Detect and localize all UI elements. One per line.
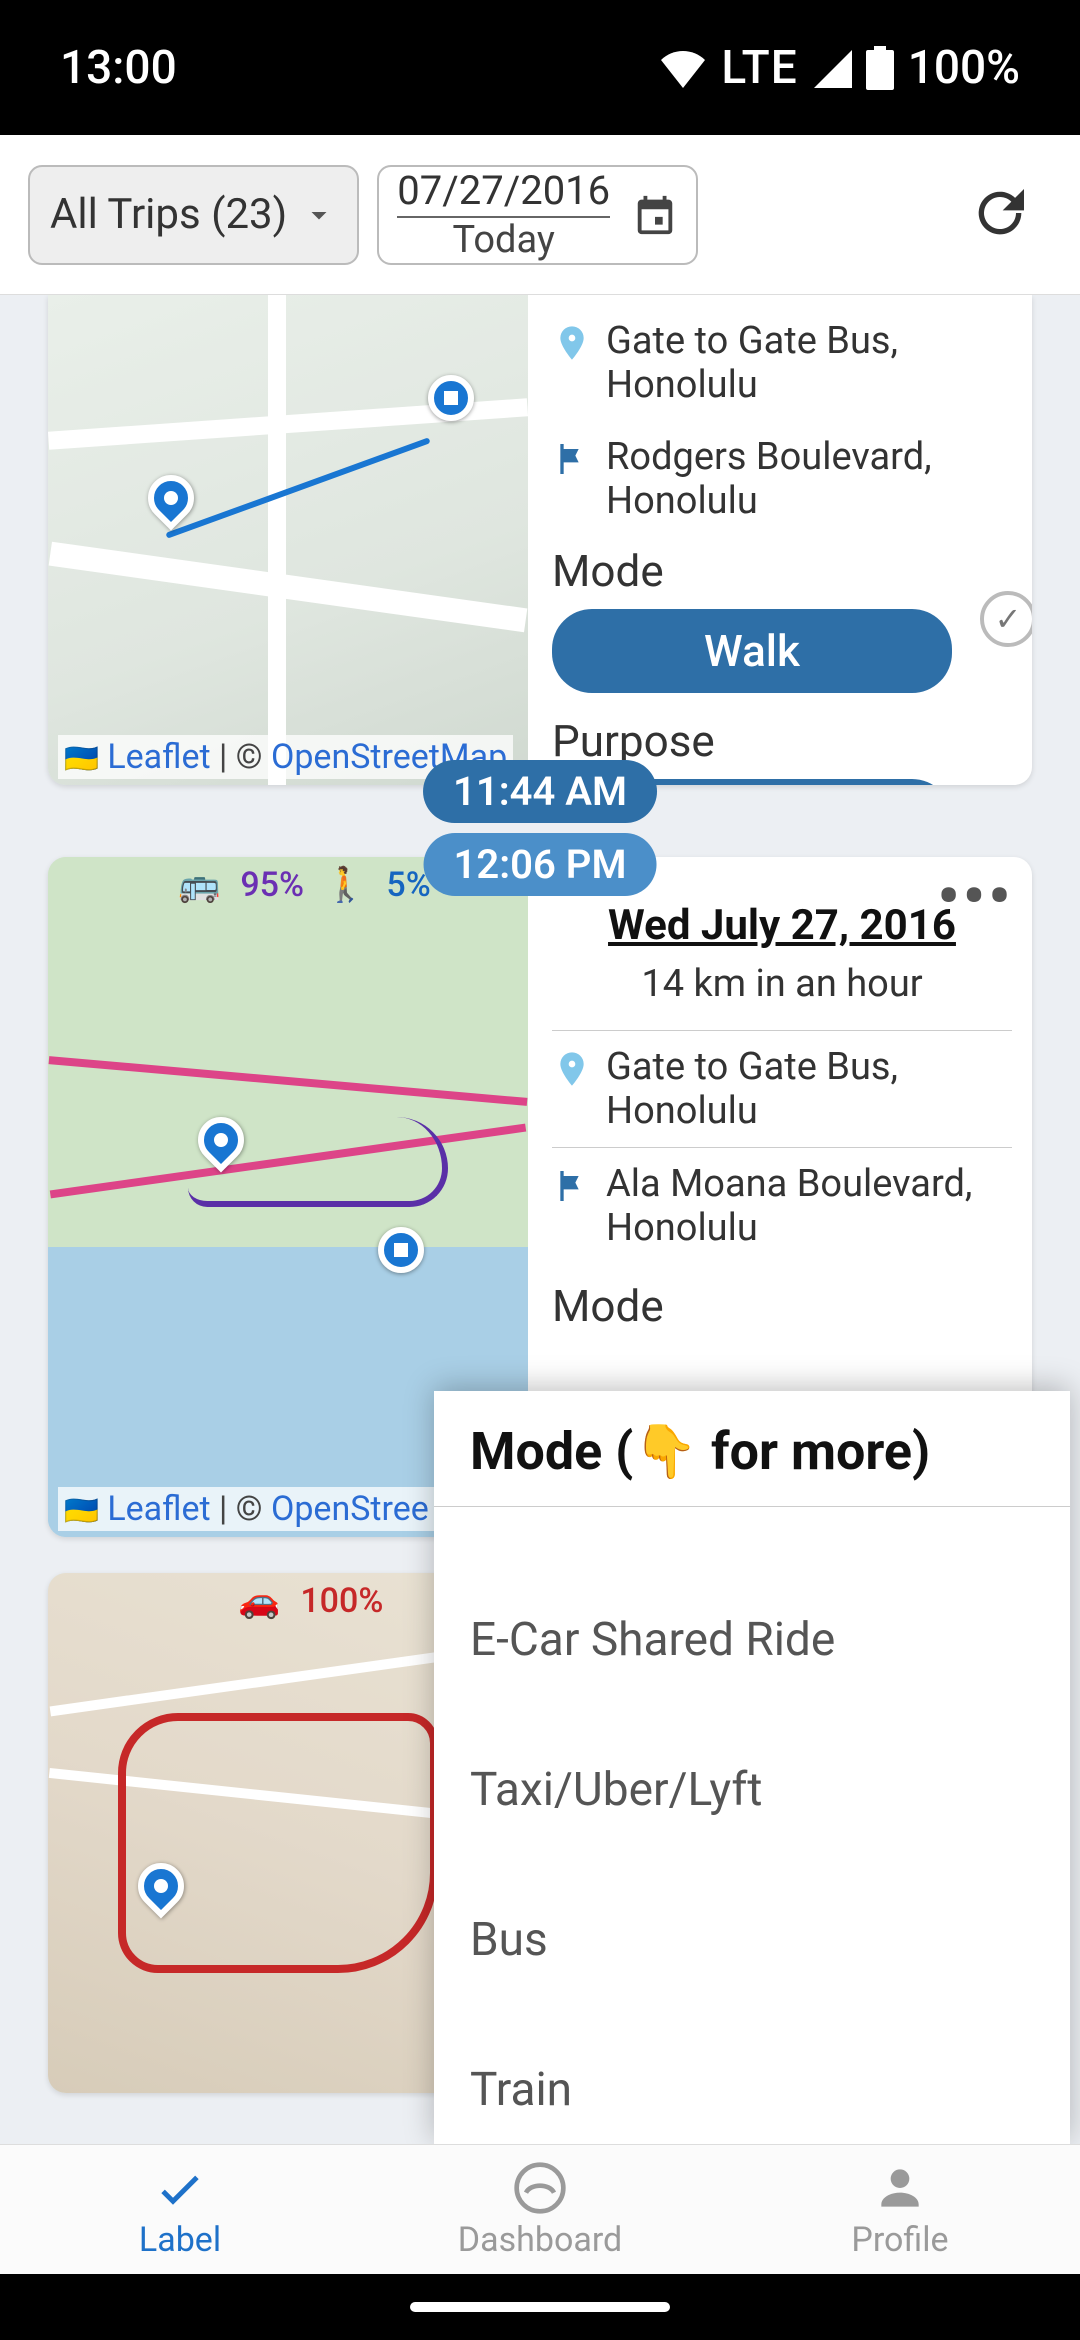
sensed-car-pct: 100% — [300, 1581, 383, 1621]
attribution-separator: | © — [211, 1489, 271, 1529]
mode-label: Mode — [552, 1280, 1012, 1332]
battery-icon — [866, 46, 894, 90]
profile-icon — [872, 2160, 928, 2216]
refresh-icon — [968, 181, 1032, 245]
leaflet-link[interactable]: Leaflet — [107, 737, 210, 777]
date-filter[interactable]: 07/27/2016 Today — [377, 165, 698, 265]
flag-icon: 🇺🇦 — [64, 1494, 99, 1527]
trip-info: Gate to Gate Bus, Honolulu Rodgers Boule… — [528, 295, 1032, 785]
origin-pin-icon — [552, 1049, 592, 1089]
popup-title: Mode (👇 for more) — [434, 1391, 1070, 1507]
today-label: Today — [453, 218, 555, 262]
origin-text: Gate to Gate Bus, Honolulu — [606, 1045, 1012, 1133]
destination-row: Rodgers Boulevard, Honolulu — [552, 429, 1012, 529]
tab-label[interactable]: Label — [0, 2145, 360, 2274]
bus-icon: 🚌 — [178, 865, 220, 905]
tab-profile[interactable]: Profile — [720, 2145, 1080, 2274]
sensed-modes: 🚗 100% — [238, 1581, 383, 1621]
refresh-button[interactable] — [968, 181, 1032, 249]
wifi-icon — [659, 48, 707, 88]
flag-icon: 🇺🇦 — [64, 742, 99, 775]
device-navbar — [0, 2274, 1080, 2340]
destination-text: Rodgers Boulevard, Honolulu — [606, 435, 1012, 523]
map-attribution: 🇺🇦 Leaflet | © OpenStree — [58, 1487, 435, 1531]
divider — [552, 1030, 1012, 1031]
divider — [552, 1147, 1012, 1148]
origin-row: Gate to Gate Bus, Honolulu — [552, 1039, 1012, 1139]
end-time-bubble: 11:44 AM — [423, 760, 657, 823]
mode-chip[interactable]: Walk — [552, 609, 952, 693]
mode-option[interactable]: E-Car Shared Ride — [470, 1565, 1034, 1715]
trips-filter-label: All Trips (23) — [50, 190, 287, 239]
destination-flag-icon — [552, 1166, 592, 1206]
walk-icon: 🚶 — [324, 865, 366, 905]
home-indicator[interactable] — [410, 2302, 670, 2312]
calendar-icon — [632, 192, 678, 238]
check-icon — [152, 2160, 208, 2216]
verified-check[interactable]: ✓ — [980, 591, 1032, 647]
trip-summary: 14 km in an hour — [552, 962, 1012, 1006]
chevron-down-icon — [301, 197, 337, 233]
mode-option[interactable]: Train — [470, 2015, 1034, 2144]
status-time: 13:00 — [60, 41, 177, 95]
origin-pin-icon — [552, 323, 592, 363]
origin-text: Gate to Gate Bus, Honolulu — [606, 319, 1012, 407]
start-time-bubble: 12:06 PM — [424, 833, 657, 896]
mode-select-popup: Mode (👇 for more) E-Car Drove Alone E-Ca… — [434, 1391, 1070, 2144]
tab-dashboard[interactable]: Dashboard — [360, 2145, 720, 2274]
sensed-bus-pct: 95% — [240, 865, 304, 905]
destination-row: Ala Moana Boulevard, Honolulu — [552, 1156, 1012, 1256]
car-icon: 🚗 — [238, 1581, 280, 1621]
leaflet-link[interactable]: Leaflet — [107, 1489, 210, 1529]
status-right: LTE 100% — [659, 41, 1020, 95]
app-container: All Trips (23) 07/27/2016 Today — [0, 135, 1080, 2274]
popup-option-list[interactable]: E-Car Drove Alone E-Car Shared Ride Taxi… — [434, 1507, 1070, 2144]
date-value: 07/27/2016 — [397, 167, 610, 218]
osm-link[interactable]: OpenStree — [271, 1489, 429, 1529]
origin-row: Gate to Gate Bus, Honolulu — [552, 313, 1012, 413]
tab-label-text: Label — [139, 2220, 221, 2260]
device-status-bar: 13:00 LTE 100% — [0, 0, 1080, 135]
network-label: LTE — [721, 41, 797, 95]
more-button[interactable]: ••• — [938, 863, 1014, 931]
mode-label: Mode — [552, 545, 1012, 597]
dashboard-icon — [512, 2160, 568, 2216]
sensed-modes: 🚌 95% 🚶 5% — [178, 865, 431, 905]
battery-label: 100% — [908, 41, 1020, 95]
trip-list[interactable]: 🇺🇦 Leaflet | © OpenStreetMap Gate to Gat… — [0, 295, 1080, 2144]
destination-flag-icon — [552, 439, 592, 479]
trip-card[interactable]: 🇺🇦 Leaflet | © OpenStreetMap Gate to Gat… — [48, 295, 1032, 785]
bottom-tabs: Label Dashboard Profile — [0, 2144, 1080, 2274]
trip-map[interactable]: 🇺🇦 Leaflet | © OpenStreetMap — [48, 295, 528, 785]
signal-icon — [812, 48, 852, 88]
destination-text: Ala Moana Boulevard, Honolulu — [606, 1162, 1012, 1250]
trips-filter-dropdown[interactable]: All Trips (23) — [28, 165, 359, 265]
mode-option[interactable]: Bus — [470, 1865, 1034, 2015]
tab-profile-text: Profile — [851, 2220, 948, 2260]
mode-option[interactable]: E-Car Drove Alone — [470, 1507, 1034, 1565]
tab-dashboard-text: Dashboard — [458, 2220, 622, 2260]
filter-bar: All Trips (23) 07/27/2016 Today — [0, 135, 1080, 295]
mode-option[interactable]: Taxi/Uber/Lyft — [470, 1715, 1034, 1865]
attribution-separator: | © — [211, 737, 271, 777]
